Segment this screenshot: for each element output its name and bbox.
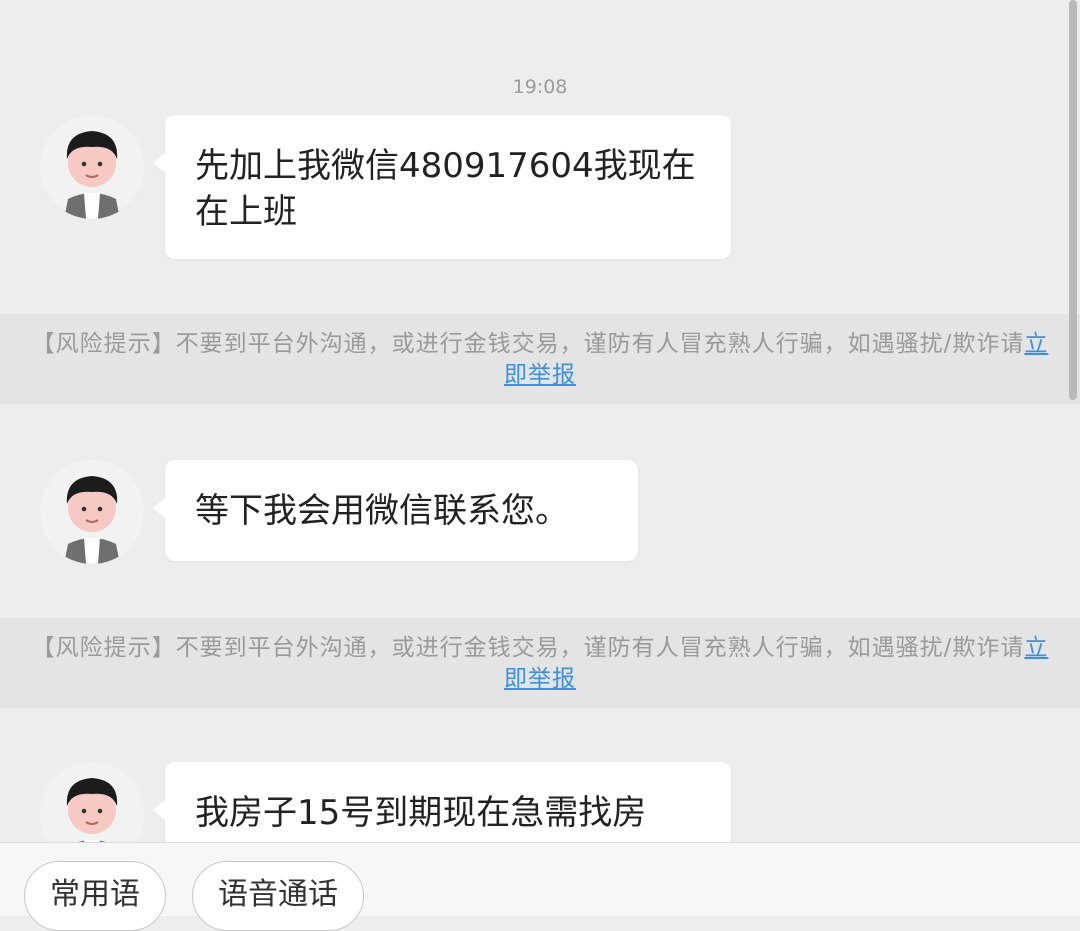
message-timestamp: 19:08 [512,76,568,98]
message-text: 我房子15号到期现在急需找房 [195,793,647,833]
risk-notice: 【风险提示】不要到平台外沟通，或进行金钱交易，谨防有人冒充熟人行骗，如遇骚扰/欺… [0,618,1080,708]
male-avatar-icon[interactable] [40,115,144,219]
quick-phrases-button[interactable]: 常用语 [24,861,166,931]
voice-call-button[interactable]: 语音通话 [192,861,364,931]
message-bubble[interactable]: 我房子15号到期现在急需找房 [153,762,731,842]
message-text: 先加上我微信480917604我现在在上班 [195,146,696,232]
message-text: 等下我会用微信联系您。 [195,491,569,531]
chat-area[interactable]: 19:08 先加上我微信480917604我现在在上班 【风险提示】不要到平台外… [0,0,1080,842]
risk-notice: 【风险提示】不要到平台外沟通，或进行金钱交易，谨防有人冒充熟人行骗，如遇骚扰/欺… [0,314,1080,404]
male-avatar-icon[interactable] [40,762,144,842]
scrollbar[interactable] [1069,0,1077,400]
message-bubble[interactable]: 先加上我微信480917604我现在在上班 [153,115,731,259]
bottom-toolbar: 常用语 语音通话 [0,842,1080,931]
risk-notice-text: 【风险提示】不要到平台外沟通，或进行金钱交易，谨防有人冒充熟人行骗，如遇骚扰/欺… [31,635,1025,661]
male-avatar-icon[interactable] [40,460,144,564]
message-bubble[interactable]: 等下我会用微信联系您。 [153,460,638,561]
risk-notice-text: 【风险提示】不要到平台外沟通，或进行金钱交易，谨防有人冒充熟人行骗，如遇骚扰/欺… [31,331,1025,357]
